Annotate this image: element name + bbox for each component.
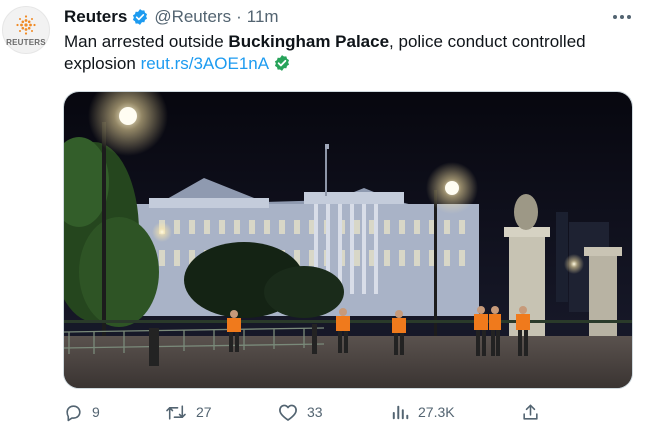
tweet-link[interactable]: reut.rs/3AOE1nA	[141, 54, 269, 73]
tweet-photo[interactable]	[63, 91, 633, 389]
avatar-label: REUTERS	[6, 37, 46, 47]
retweet-button[interactable]: 27	[165, 398, 212, 426]
share-button[interactable]	[521, 398, 540, 426]
heart-icon	[279, 404, 297, 421]
views-chart-icon	[392, 405, 409, 420]
more-options-icon[interactable]	[611, 10, 633, 24]
tweet-text: Man arrested outside Buckingham Palace, …	[64, 31, 624, 75]
tweet-actions: 9 27 33 27.3K	[0, 398, 660, 426]
like-count: 33	[307, 404, 323, 420]
retweet-count: 27	[196, 404, 212, 420]
tweet-card[interactable]: REUTERS Reuters @Reuters · 11m Man arres…	[0, 0, 660, 426]
buckingham-palace-night-photo	[64, 92, 632, 388]
views-count: 27.3K	[418, 404, 455, 420]
reuters-logo-icon	[16, 14, 36, 35]
timestamp[interactable]: 11m	[247, 7, 279, 27]
link-check-icon	[274, 55, 289, 71]
reuters-avatar[interactable]: REUTERS	[2, 6, 50, 54]
reply-button[interactable]: 9	[64, 398, 100, 426]
like-button[interactable]: 33	[278, 398, 323, 426]
reply-icon	[66, 404, 81, 421]
author-name[interactable]: Reuters	[64, 7, 127, 27]
verified-badge-icon[interactable]	[131, 8, 149, 26]
tweet-header: Reuters @Reuters · 11m	[64, 6, 279, 28]
tweet-text-bold: Buckingham Palace	[228, 32, 390, 51]
views-button[interactable]: 27.3K	[391, 398, 455, 426]
share-icon	[523, 404, 538, 420]
separator-dot: ·	[236, 7, 242, 26]
reply-count: 9	[92, 404, 100, 420]
tweet-text-start: Man arrested outside	[64, 32, 229, 51]
author-handle[interactable]: @Reuters	[154, 7, 231, 27]
retweet-icon	[166, 404, 186, 420]
